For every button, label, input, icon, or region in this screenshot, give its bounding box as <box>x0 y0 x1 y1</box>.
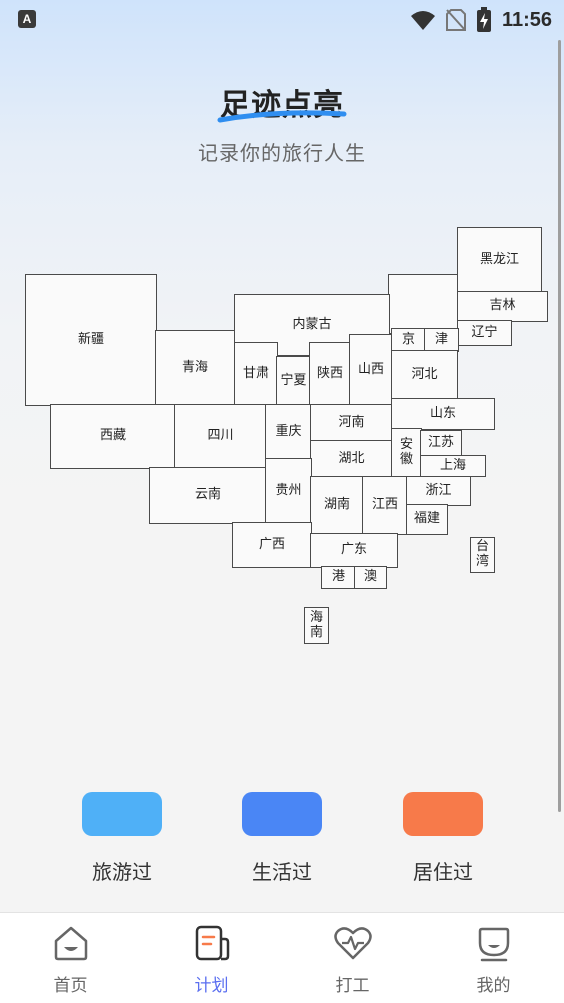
region-liaoning[interactable]: 辽宁 <box>457 320 512 346</box>
region-hongkong[interactable]: 港 <box>321 566 356 589</box>
tab-label-work: 打工 <box>335 976 370 996</box>
region-beijing[interactable]: 京 <box>391 328 426 352</box>
legend-label-lived: 生活过 <box>252 860 312 884</box>
status-bar: A 11:56 <box>0 0 564 40</box>
legend-swatch-resided[interactable] <box>403 792 483 836</box>
legend-label-resided: 居住过 <box>413 860 473 884</box>
region-hubei[interactable]: 湖北 <box>310 440 393 478</box>
legend-label-traveled: 旅游过 <box>92 860 152 884</box>
status-time: 11:56 <box>501 8 552 31</box>
region-jiangxi[interactable]: 江西 <box>362 476 408 535</box>
tab-label-mine: 我的 <box>476 976 511 996</box>
wifi-icon <box>410 11 435 30</box>
tab-plan[interactable]: 计划 <box>141 913 282 1003</box>
region-guangxi[interactable]: 广西 <box>232 522 312 568</box>
region-gansu[interactable]: 甘肃 <box>234 342 278 406</box>
region-xizang[interactable]: 西藏 <box>50 404 176 469</box>
region-xinjiang[interactable]: 新疆 <box>25 274 157 406</box>
region-guangdong[interactable]: 广东 <box>310 533 398 568</box>
region-qinghai[interactable]: 青海 <box>155 330 235 406</box>
region-hainan[interactable]: 海南 <box>304 607 329 644</box>
region-tianjin[interactable]: 津 <box>424 328 459 352</box>
region-jilin[interactable]: 吉林 <box>457 291 548 322</box>
page-subtitle: 记录你的旅行人生 <box>198 141 366 165</box>
region-macau[interactable]: 澳 <box>354 566 387 589</box>
scrollbar[interactable] <box>558 40 561 812</box>
no-sim-icon <box>445 9 466 31</box>
region-shandong[interactable]: 山东 <box>391 398 495 430</box>
region-jiangsu[interactable]: 江苏 <box>420 430 462 456</box>
plan-icon <box>195 925 229 961</box>
map-northeast-strip <box>388 274 460 334</box>
battery-charging-icon <box>476 7 491 32</box>
tab-mine[interactable]: 我的 <box>423 913 564 1003</box>
region-fujian[interactable]: 福建 <box>406 504 448 535</box>
legend-swatch-traveled[interactable] <box>82 792 162 836</box>
region-yunnan[interactable]: 云南 <box>149 467 267 524</box>
region-shanxi[interactable]: 山西 <box>349 334 393 406</box>
heartbeat-icon <box>333 927 372 960</box>
region-heilongjiang[interactable]: 黑龙江 <box>457 227 542 293</box>
region-guizhou[interactable]: 贵州 <box>265 458 312 524</box>
tab-label-home: 首页 <box>53 976 88 996</box>
region-sichuan[interactable]: 四川 <box>174 404 267 469</box>
bottom-tab-bar: 首页 计划 打工 我的 <box>0 912 564 1003</box>
title-underline <box>217 110 347 123</box>
region-zhejiang[interactable]: 浙江 <box>406 476 471 506</box>
home-icon <box>54 926 87 961</box>
region-shaanxi[interactable]: 陕西 <box>309 342 351 406</box>
region-henan[interactable]: 河南 <box>310 404 393 442</box>
tab-home[interactable]: 首页 <box>0 913 141 1003</box>
region-chongqing[interactable]: 重庆 <box>265 404 312 460</box>
region-shanghai[interactable]: 上海 <box>420 455 486 477</box>
region-ningxia[interactable]: 宁夏 <box>276 356 311 406</box>
region-hebei[interactable]: 河北 <box>391 350 458 400</box>
profile-icon <box>478 927 509 962</box>
app-notification-icon: A <box>18 10 36 28</box>
region-taiwan[interactable]: 台湾 <box>470 537 495 573</box>
tab-work[interactable]: 打工 <box>282 913 423 1003</box>
tab-label-plan: 计划 <box>194 976 229 996</box>
region-hunan[interactable]: 湖南 <box>310 476 364 535</box>
legend-swatch-lived[interactable] <box>242 792 322 836</box>
region-anhui[interactable]: 安徽 <box>391 428 422 478</box>
